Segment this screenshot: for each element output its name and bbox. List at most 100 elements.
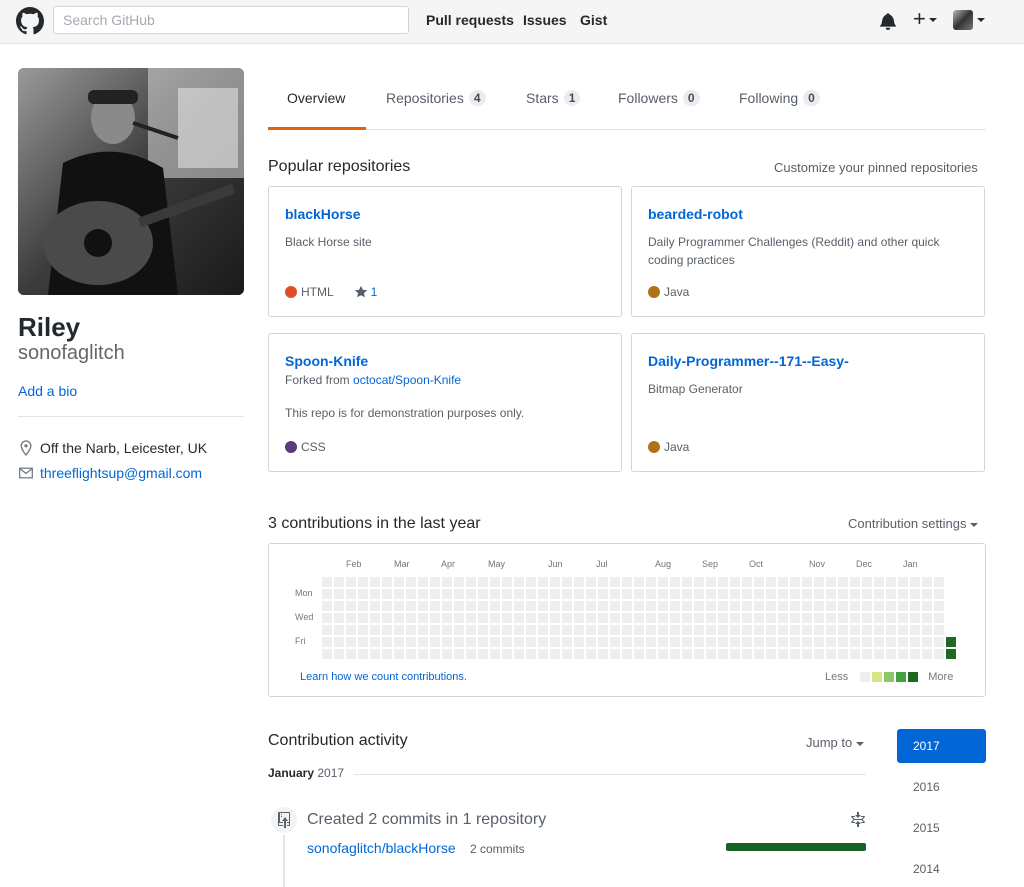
tab-overview[interactable]: Overview bbox=[287, 90, 345, 106]
contribution-day-cell[interactable] bbox=[490, 577, 500, 587]
contribution-day-cell[interactable] bbox=[898, 589, 908, 599]
contribution-day-cell[interactable] bbox=[622, 649, 632, 659]
contribution-day-cell[interactable] bbox=[610, 601, 620, 611]
contribution-day-cell[interactable] bbox=[322, 649, 332, 659]
contribution-day-cell[interactable] bbox=[802, 613, 812, 623]
contribution-day-cell[interactable] bbox=[418, 577, 428, 587]
customize-pins-link[interactable]: Customize your pinned repositories bbox=[774, 160, 978, 175]
contribution-day-cell[interactable] bbox=[838, 613, 848, 623]
contribution-day-cell[interactable] bbox=[454, 589, 464, 599]
contribution-day-cell[interactable] bbox=[454, 625, 464, 635]
contribution-day-cell[interactable] bbox=[442, 577, 452, 587]
contribution-day-cell[interactable] bbox=[370, 613, 380, 623]
contribution-day-cell[interactable] bbox=[394, 577, 404, 587]
contribution-day-cell[interactable] bbox=[658, 649, 668, 659]
contribution-day-cell[interactable] bbox=[838, 589, 848, 599]
contribution-day-cell[interactable] bbox=[670, 577, 680, 587]
contribution-day-cell[interactable] bbox=[670, 649, 680, 659]
contribution-day-cell[interactable] bbox=[634, 649, 644, 659]
contribution-day-cell[interactable] bbox=[646, 601, 656, 611]
contribution-day-cell[interactable] bbox=[790, 577, 800, 587]
contribution-day-cell[interactable] bbox=[622, 601, 632, 611]
learn-contributions-link[interactable]: Learn how we count contributions. bbox=[300, 671, 467, 683]
contribution-day-cell[interactable] bbox=[466, 601, 476, 611]
contribution-day-cell[interactable] bbox=[814, 589, 824, 599]
contribution-day-cell[interactable] bbox=[490, 589, 500, 599]
contribution-day-cell[interactable] bbox=[430, 577, 440, 587]
contribution-day-cell[interactable] bbox=[778, 589, 788, 599]
contribution-day-cell[interactable] bbox=[586, 577, 596, 587]
contribution-day-cell[interactable] bbox=[598, 601, 608, 611]
contribution-day-cell[interactable] bbox=[322, 577, 332, 587]
contribution-day-cell[interactable] bbox=[778, 613, 788, 623]
contribution-day-cell[interactable] bbox=[454, 601, 464, 611]
contribution-day-cell[interactable] bbox=[934, 613, 944, 623]
repo-name-link[interactable]: bearded-robot bbox=[648, 206, 743, 222]
contribution-day-cell[interactable] bbox=[682, 649, 692, 659]
contribution-day-cell[interactable] bbox=[550, 649, 560, 659]
contribution-day-cell[interactable] bbox=[862, 625, 872, 635]
contribution-day-cell[interactable] bbox=[430, 649, 440, 659]
contribution-day-cell[interactable] bbox=[730, 613, 740, 623]
contribution-day-cell[interactable] bbox=[634, 613, 644, 623]
contribution-day-cell[interactable] bbox=[694, 649, 704, 659]
contribution-day-cell[interactable] bbox=[478, 589, 488, 599]
contribution-day-cell[interactable] bbox=[898, 601, 908, 611]
contribution-day-cell[interactable] bbox=[682, 613, 692, 623]
contribution-day-cell[interactable] bbox=[778, 625, 788, 635]
contribution-day-cell[interactable] bbox=[862, 589, 872, 599]
contribution-day-cell[interactable] bbox=[574, 589, 584, 599]
contribution-day-cell[interactable] bbox=[922, 577, 932, 587]
contribution-day-cell[interactable] bbox=[778, 577, 788, 587]
contribution-day-cell[interactable] bbox=[358, 625, 368, 635]
contribution-day-cell[interactable] bbox=[334, 601, 344, 611]
contribution-day-cell[interactable] bbox=[502, 649, 512, 659]
contribution-day-cell[interactable] bbox=[706, 613, 716, 623]
contribution-day-cell[interactable] bbox=[706, 601, 716, 611]
contribution-day-cell[interactable] bbox=[634, 577, 644, 587]
contribution-day-cell[interactable] bbox=[574, 613, 584, 623]
contribution-day-cell[interactable] bbox=[514, 649, 524, 659]
contribution-day-cell[interactable] bbox=[862, 601, 872, 611]
contribution-day-cell[interactable] bbox=[742, 637, 752, 647]
contribution-day-cell[interactable] bbox=[934, 577, 944, 587]
contribution-day-cell[interactable] bbox=[514, 637, 524, 647]
contribution-day-cell[interactable] bbox=[574, 649, 584, 659]
contribution-day-cell[interactable] bbox=[850, 625, 860, 635]
contribution-day-cell[interactable] bbox=[730, 601, 740, 611]
contribution-day-cell[interactable] bbox=[886, 577, 896, 587]
contribution-day-cell[interactable] bbox=[802, 649, 812, 659]
contribution-day-cell[interactable] bbox=[478, 649, 488, 659]
contribution-day-cell[interactable] bbox=[358, 613, 368, 623]
contribution-day-cell[interactable] bbox=[790, 613, 800, 623]
contribution-day-cell[interactable] bbox=[382, 625, 392, 635]
contribution-day-cell[interactable] bbox=[370, 577, 380, 587]
contribution-day-cell[interactable] bbox=[322, 601, 332, 611]
contribution-day-cell[interactable] bbox=[490, 625, 500, 635]
contribution-day-cell[interactable] bbox=[334, 637, 344, 647]
contribution-day-cell[interactable] bbox=[802, 625, 812, 635]
contribution-day-cell[interactable] bbox=[730, 637, 740, 647]
contribution-day-cell[interactable] bbox=[550, 613, 560, 623]
contribution-day-cell[interactable] bbox=[622, 613, 632, 623]
fork-source-link[interactable]: octocat/Spoon-Knife bbox=[353, 373, 461, 387]
contribution-day-cell[interactable] bbox=[466, 625, 476, 635]
contribution-day-cell[interactable] bbox=[778, 649, 788, 659]
contribution-day-cell[interactable] bbox=[610, 649, 620, 659]
contribution-day-cell[interactable] bbox=[742, 601, 752, 611]
contribution-day-cell[interactable] bbox=[622, 637, 632, 647]
contribution-day-cell[interactable] bbox=[838, 577, 848, 587]
nav-issues[interactable]: Issues bbox=[523, 12, 567, 28]
contribution-day-cell[interactable] bbox=[322, 625, 332, 635]
contribution-day-cell[interactable] bbox=[754, 577, 764, 587]
contribution-day-cell[interactable] bbox=[706, 625, 716, 635]
contribution-day-cell[interactable] bbox=[694, 613, 704, 623]
contribution-day-cell[interactable] bbox=[934, 625, 944, 635]
contribution-day-cell[interactable] bbox=[442, 589, 452, 599]
contribution-day-cell[interactable] bbox=[478, 625, 488, 635]
contribution-day-cell[interactable] bbox=[610, 589, 620, 599]
contribution-day-cell[interactable] bbox=[874, 577, 884, 587]
contribution-day-cell[interactable] bbox=[418, 589, 428, 599]
contribution-day-cell[interactable] bbox=[418, 601, 428, 611]
contribution-day-cell[interactable] bbox=[838, 637, 848, 647]
